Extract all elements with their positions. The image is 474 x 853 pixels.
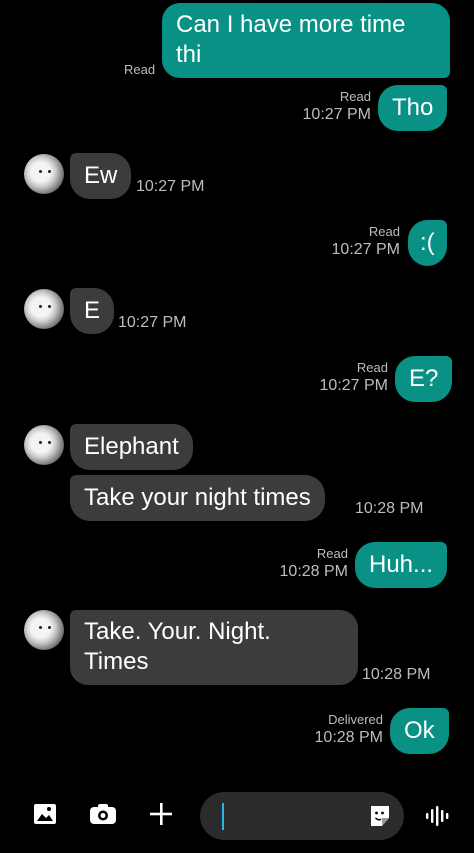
- timestamp: 10:28 PM: [279, 563, 348, 580]
- read-status: Read: [356, 360, 388, 375]
- timestamp: 10:28 PM: [362, 666, 431, 683]
- outgoing-message[interactable]: E?: [395, 356, 453, 402]
- delivery-status: Delivered: [328, 712, 383, 727]
- plus-icon[interactable]: [145, 798, 177, 830]
- message-meta: Read 10:27 PM: [320, 360, 388, 396]
- timestamp: 10:27 PM: [136, 178, 205, 195]
- read-status: Read: [124, 62, 156, 77]
- contact-avatar[interactable]: [24, 610, 64, 650]
- text-caret: [222, 803, 224, 830]
- message-input[interactable]: [228, 804, 348, 828]
- outgoing-message[interactable]: Tho: [378, 85, 448, 131]
- contact-avatar[interactable]: [24, 154, 64, 194]
- conversation-screen: Can I have more time thi Read Read 10:27…: [0, 0, 474, 853]
- message-meta: Read 10:27 PM: [303, 89, 371, 125]
- incoming-message[interactable]: E: [70, 288, 115, 334]
- read-status: Read: [368, 224, 400, 239]
- message-line: Times: [84, 648, 149, 675]
- outgoing-message[interactable]: Can I have more time thi: [162, 3, 450, 78]
- contact-avatar[interactable]: [24, 425, 64, 465]
- message-meta: Delivered 10:28 PM: [315, 712, 383, 748]
- timestamp: 10:28 PM: [314, 729, 383, 746]
- timestamp: 10:27 PM: [302, 106, 371, 123]
- outgoing-message[interactable]: :(: [408, 220, 447, 266]
- incoming-message[interactable]: Elephant: [70, 424, 193, 470]
- contact-avatar[interactable]: [24, 289, 64, 329]
- incoming-message[interactable]: Take your night times: [70, 475, 325, 521]
- timestamp: 10:27 PM: [319, 377, 388, 394]
- message-meta: Read 10:27 PM: [332, 224, 400, 260]
- read-status: Read: [316, 546, 348, 561]
- voice-icon[interactable]: [421, 800, 453, 832]
- incoming-message[interactable]: Take. Your. Night. Times: [70, 610, 358, 685]
- outgoing-message[interactable]: Ok: [390, 708, 449, 754]
- read-status: Read: [339, 89, 371, 104]
- timestamp: 10:28 PM: [355, 500, 424, 517]
- message-line: thi: [176, 41, 202, 68]
- timestamp: 10:27 PM: [331, 241, 400, 258]
- incoming-message[interactable]: Ew: [70, 153, 132, 199]
- message-line: Take. Your. Night.: [84, 618, 271, 645]
- camera-icon[interactable]: [87, 798, 119, 830]
- gallery-icon[interactable]: [29, 798, 61, 830]
- timestamp: 10:27 PM: [118, 314, 187, 331]
- outgoing-message[interactable]: Huh...: [355, 542, 448, 588]
- message-meta: Read 10:28 PM: [280, 546, 348, 582]
- message-input-container[interactable]: [200, 792, 404, 840]
- sticker-icon[interactable]: [368, 804, 392, 828]
- message-line: Can I have more time: [176, 11, 406, 38]
- composer-bar: [0, 786, 474, 853]
